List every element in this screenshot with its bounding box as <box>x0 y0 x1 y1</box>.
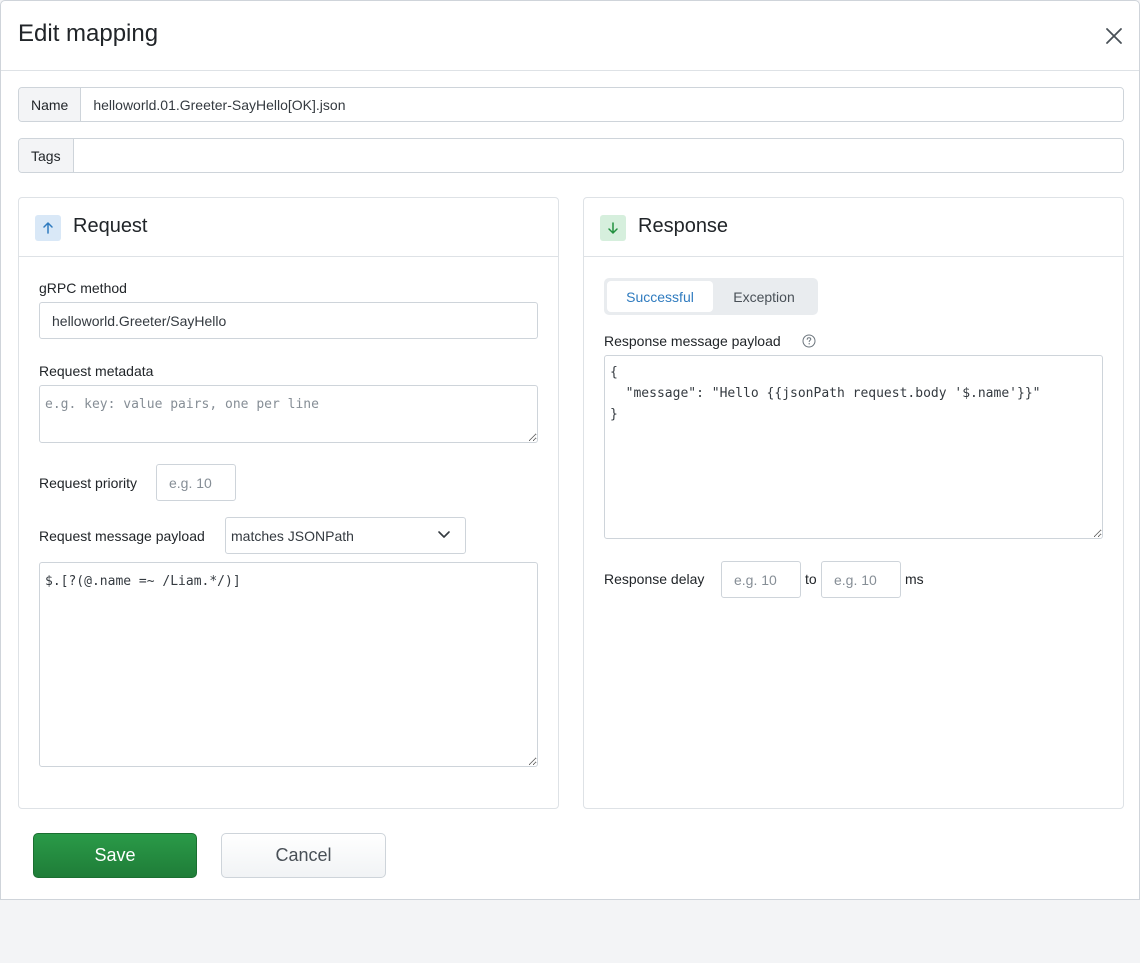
close-button[interactable] <box>1103 25 1125 47</box>
response-payload-label: Response message payload <box>604 333 781 349</box>
name-input[interactable] <box>81 88 1123 121</box>
modal-title: Edit mapping <box>18 20 159 47</box>
request-priority-input[interactable] <box>156 464 236 501</box>
request-panel: Request gRPC method Request metadata Req… <box>18 197 559 809</box>
arrow-down-icon <box>600 215 626 241</box>
cancel-button[interactable]: Cancel <box>221 833 386 878</box>
close-icon <box>1106 28 1122 44</box>
grpc-method-input[interactable] <box>39 302 538 339</box>
request-priority-label: Request priority <box>39 475 138 491</box>
arrow-up-icon <box>35 215 61 241</box>
name-field: Name <box>18 87 1124 122</box>
modal-header: Edit mapping <box>1 1 1139 71</box>
edit-mapping-modal: Edit mapping Name Tags Request gRPC meth… <box>0 0 1140 900</box>
delay-to-label: to <box>805 571 817 587</box>
request-payload-textarea[interactable] <box>39 562 538 767</box>
payload-matcher-value: matches JSONPath <box>231 527 354 544</box>
response-type-toggle: Successful Exception <box>604 278 818 315</box>
chevron-down-icon <box>438 531 450 538</box>
request-panel-header: Request <box>19 198 558 257</box>
name-label: Name <box>19 88 82 121</box>
request-payload-label: Request message payload <box>39 528 205 544</box>
save-button[interactable]: Save <box>33 833 197 878</box>
delay-unit-label: ms <box>905 571 924 587</box>
response-panel-header: Response <box>584 198 1123 257</box>
response-title: Response <box>638 215 729 237</box>
grpc-method-label: gRPC method <box>39 280 127 296</box>
response-delay-label: Response delay <box>604 571 705 587</box>
tags-input[interactable] <box>73 139 1123 172</box>
request-title: Request <box>73 215 148 237</box>
delay-to-input[interactable] <box>821 561 901 598</box>
response-payload-textarea[interactable] <box>604 355 1103 539</box>
tab-exception[interactable]: Exception <box>713 281 815 312</box>
tags-field: Tags <box>18 138 1124 173</box>
tab-successful[interactable]: Successful <box>607 281 713 312</box>
question-circle-icon[interactable] <box>802 334 816 348</box>
tags-label: Tags <box>19 139 74 172</box>
request-metadata-textarea[interactable] <box>39 385 538 443</box>
delay-from-input[interactable] <box>721 561 801 598</box>
request-metadata-label: Request metadata <box>39 363 154 379</box>
response-panel: Response Successful Exception Response m… <box>583 197 1124 809</box>
payload-matcher-select[interactable]: matches JSONPath <box>225 517 466 554</box>
